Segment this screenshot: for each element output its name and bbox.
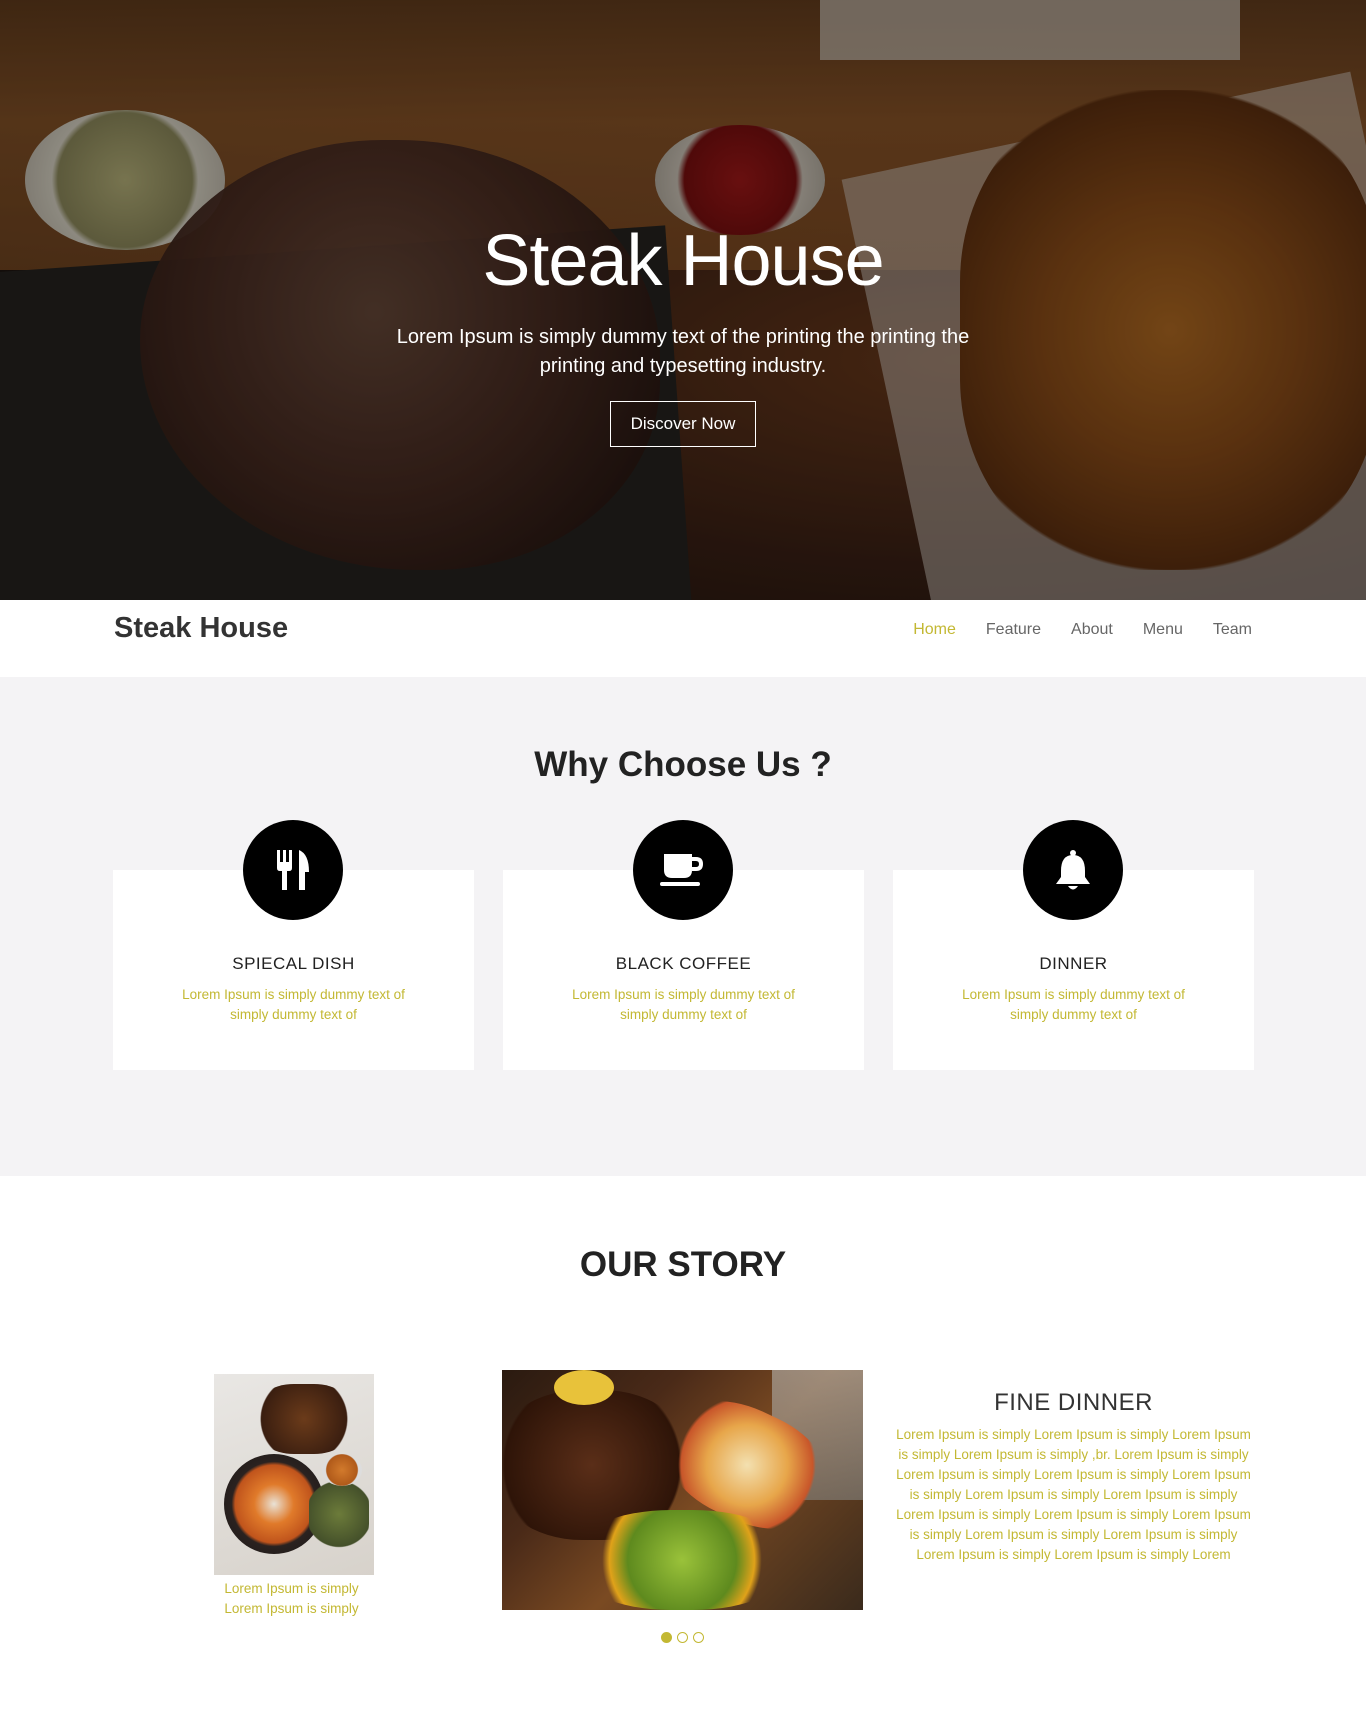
hero-title: Steak House (482, 221, 884, 301)
hero-section: Steak House Lorem Ipsum is simply dummy … (0, 0, 1366, 600)
nav-item-about[interactable]: About (1071, 621, 1113, 639)
story-image-vegetables (572, 1510, 792, 1610)
nav-item-home[interactable]: Home (913, 621, 956, 639)
hero-subtitle: Lorem Ipsum is simply dummy text of the … (396, 326, 970, 377)
fine-dinner-title: FINE DINNER (994, 1389, 1153, 1416)
main-nav: Home Feature About Menu Team (913, 621, 1252, 639)
feature-card-title: DINNER (1039, 954, 1108, 973)
discover-now-button[interactable]: Discover Now (610, 401, 756, 447)
feature-card-title: SPIECAL DISH (232, 954, 355, 973)
story-image-caption: Lorem Ipsum is simply Lorem Ipsum is sim… (224, 1581, 359, 1616)
coffee-cup-icon (633, 820, 733, 920)
fine-dinner-text: Lorem Ipsum is simply Lorem Ipsum is sim… (896, 1427, 1251, 1562)
cutlery-icon (243, 820, 343, 920)
feature-card-text: Lorem Ipsum is simply dummy text of simp… (182, 987, 405, 1022)
story-image-meat (254, 1384, 354, 1454)
story-image-lemon (554, 1370, 614, 1405)
carousel-dot-2[interactable] (677, 1632, 688, 1643)
carousel-dot-3[interactable] (693, 1632, 704, 1643)
why-choose-us-title: Why Choose Us ? (534, 745, 832, 784)
story-image-sauce (322, 1454, 362, 1486)
bell-icon (1023, 820, 1123, 920)
carousel-dots (661, 1632, 704, 1643)
feature-card-title: BLACK COFFEE (615, 954, 752, 973)
feature-card-text: Lorem Ipsum is simply dummy text of simp… (572, 987, 795, 1022)
nav-item-feature[interactable]: Feature (986, 621, 1041, 639)
nav-item-team[interactable]: Team (1213, 621, 1252, 639)
hero-content: Steak House Lorem Ipsum is simply dummy … (0, 0, 1366, 600)
carousel-dot-1[interactable] (661, 1632, 672, 1643)
feature-card-text: Lorem Ipsum is simply dummy text of simp… (962, 987, 1185, 1022)
nav-item-menu[interactable]: Menu (1143, 621, 1183, 639)
story-image-dish (214, 1374, 374, 1575)
our-story-title: OUR STORY (579, 1245, 787, 1284)
story-carousel-image[interactable] (502, 1370, 863, 1610)
brand-logo[interactable]: Steak House (114, 612, 288, 645)
